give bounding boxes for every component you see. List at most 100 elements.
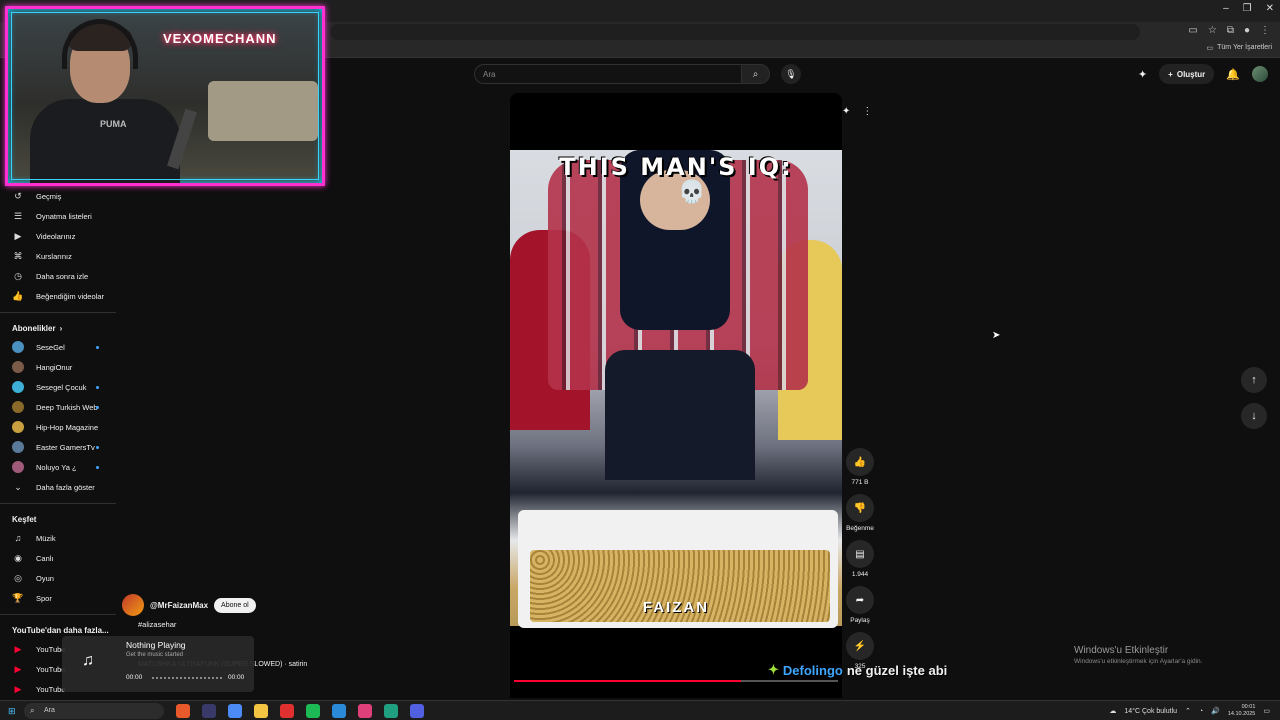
subscription-label: SeseGel	[36, 342, 65, 352]
gemini-icon[interactable]: ✦	[1138, 68, 1147, 81]
search-input[interactable]: Ara	[474, 64, 742, 84]
show-more-button[interactable]: ⌄ Daha fazla göster	[0, 477, 116, 497]
taskbar-clock[interactable]: 00:01 14.10.2025	[1228, 704, 1256, 718]
channel-name[interactable]: @MrFaizanMax	[150, 601, 208, 610]
chat-username: Defolingo	[782, 662, 843, 678]
subscription-item[interactable]: HangiOnur	[0, 357, 116, 377]
youtube-logo-icon: ▶	[14, 683, 22, 694]
windows-start-icon[interactable]: ⊞	[8, 706, 16, 717]
cast-icon[interactable]: ▭	[1188, 25, 1197, 36]
sidebar-item[interactable]: ▶ Videolarınız	[0, 226, 116, 246]
subscription-label: Noluyo Ya ¿	[36, 462, 77, 472]
subscription-label: Easter GamersTv	[36, 442, 95, 452]
like-action[interactable]: 👍 771 B	[846, 448, 874, 486]
dislike-label: Beğenme	[846, 525, 874, 532]
remix-button[interactable]: ⚡	[846, 632, 874, 660]
thumbs-up-icon: 👍	[853, 456, 867, 468]
taskbar-app-icon[interactable]	[176, 704, 190, 718]
like-button[interactable]: 👍	[846, 448, 874, 476]
shorts-actions: 👍 771 B 👎 Beğenme ▤ 1.944 ➦ Paylaş ⚡ 325	[844, 448, 876, 678]
taskbar-app-icon[interactable]	[202, 704, 216, 718]
sidebar-item[interactable]: ◷ Daha sonra izle	[0, 266, 116, 286]
video-progress-bar[interactable]	[514, 680, 838, 682]
network-icon[interactable]: ◔	[1199, 708, 1203, 715]
subscriptions-header[interactable]: Abonelikler ›	[0, 319, 116, 337]
video-hashtag[interactable]: #alizasehar	[138, 620, 176, 629]
sidebar-item[interactable]: ♫ Müzik	[0, 528, 116, 548]
taskbar-app-icon[interactable]	[306, 704, 320, 718]
taskbar-app-icon[interactable]	[332, 704, 346, 718]
taskbar-app-icon[interactable]	[280, 704, 294, 718]
subscription-item[interactable]: Noluyo Ya ¿	[0, 457, 116, 477]
comments-action[interactable]: ▤ 1.944	[846, 540, 874, 578]
all-bookmarks[interactable]: ▭ Tüm Yer İşaretleri	[1207, 44, 1272, 52]
share-action[interactable]: ➦ Paylaş	[846, 586, 874, 624]
sidebar-item[interactable]: 👍 Beğendiğim videolar	[0, 286, 116, 306]
sidebar-divider	[0, 614, 116, 615]
music-progress-bar[interactable]	[152, 677, 222, 679]
taskbar-app-icon[interactable]	[410, 704, 424, 718]
search-icon: ⌕	[752, 68, 759, 80]
channel-avatar[interactable]	[122, 594, 144, 616]
notifications-bell-icon[interactable]: 🔔	[1226, 68, 1240, 81]
subscription-item[interactable]: Deep Turkish Web	[0, 397, 116, 417]
more-options-icon[interactable]: ⋮	[862, 106, 872, 117]
weather-text: 14°C Çok bulutlu	[1124, 707, 1178, 715]
extensions-icon[interactable]: ⧉	[1227, 25, 1234, 36]
share-button[interactable]: ➦	[846, 586, 874, 614]
dislike-button[interactable]: 👎	[846, 494, 874, 522]
shorts-video-player[interactable]: THIS MAN'S IQ: 💀 FAIZAN	[510, 93, 842, 698]
subscription-item[interactable]: Hip-Hop Magazine	[0, 417, 116, 437]
thumbs-down-icon: 👎	[853, 502, 867, 514]
search-icon: ⌕	[30, 706, 35, 715]
taskbar-app-icon[interactable]	[384, 704, 398, 718]
clock-time: 00:01	[1241, 704, 1256, 710]
subscription-item[interactable]: Easter GamersTv	[0, 437, 116, 457]
subscription-label: HangiOnur	[36, 362, 73, 372]
comment-icon: ▤	[855, 548, 865, 560]
sidebar-item[interactable]: ↺ Geçmiş	[0, 186, 116, 206]
search-button[interactable]: ⌕	[742, 64, 770, 84]
maximize-button[interactable]: ❐	[1243, 3, 1252, 14]
video-main-person-legs	[605, 350, 755, 480]
url-field[interactable]	[330, 24, 1140, 40]
tray-chevron-icon[interactable]: ⌃	[1185, 707, 1191, 715]
webcam-frame	[11, 12, 319, 180]
profile-icon[interactable]: ●	[1244, 25, 1250, 36]
sidebar-item[interactable]: ◉ Canlı	[0, 548, 116, 568]
sidebar-item[interactable]: 🏆 Spor	[0, 588, 116, 608]
taskbar-app-icon[interactable]	[228, 704, 242, 718]
subscribe-button[interactable]: Abone ol	[214, 597, 256, 613]
sidebar-item-label: Spor	[36, 593, 52, 603]
gemini-ask-icon[interactable]: ✦	[842, 106, 850, 117]
sidebar-item[interactable]: ⌘ Kurslarınız	[0, 246, 116, 266]
new-content-dot	[96, 405, 99, 409]
taskbar-apps	[176, 704, 424, 718]
sidebar-item[interactable]: ☰ Oynatma listeleri	[0, 206, 116, 226]
sidebar-item[interactable]: ◎ Oyun	[0, 568, 116, 588]
notifications-icon[interactable]: ▭	[1263, 707, 1270, 715]
close-button[interactable]: ✕	[1266, 3, 1274, 14]
sidebar-item-label: Kurslarınız	[36, 251, 72, 261]
subscription-item[interactable]: SeseGel	[0, 337, 116, 357]
comments-button[interactable]: ▤	[846, 540, 874, 568]
like-count: 771 B	[851, 479, 869, 486]
voice-search-button[interactable]: 🎙	[781, 64, 801, 84]
menu-icon[interactable]: ⋮	[1260, 25, 1270, 36]
shorts-navigation: ↑ ↓	[1241, 367, 1267, 429]
previous-short-button[interactable]: ↑	[1241, 367, 1267, 393]
next-short-button[interactable]: ↓	[1241, 403, 1267, 429]
subscription-item[interactable]: Sesegel Çocuk	[0, 377, 116, 397]
create-button[interactable]: + Oluştur	[1159, 64, 1215, 84]
volume-icon[interactable]: 🔊	[1211, 707, 1220, 715]
watch-later-icon: ◷	[14, 270, 22, 281]
bookmark-star-icon[interactable]: ☆	[1208, 25, 1217, 36]
taskbar-app-icon[interactable]	[254, 704, 268, 718]
dislike-action[interactable]: 👎 Beğenme	[846, 494, 874, 532]
taskbar-search[interactable]: ⌕ Ara	[24, 703, 164, 719]
window-controls: – ❐ ✕	[1223, 3, 1274, 14]
account-avatar[interactable]	[1252, 66, 1268, 82]
minimize-button[interactable]: –	[1223, 3, 1229, 14]
music-title: Nothing Playing	[126, 640, 186, 650]
taskbar-app-icon[interactable]	[358, 704, 372, 718]
